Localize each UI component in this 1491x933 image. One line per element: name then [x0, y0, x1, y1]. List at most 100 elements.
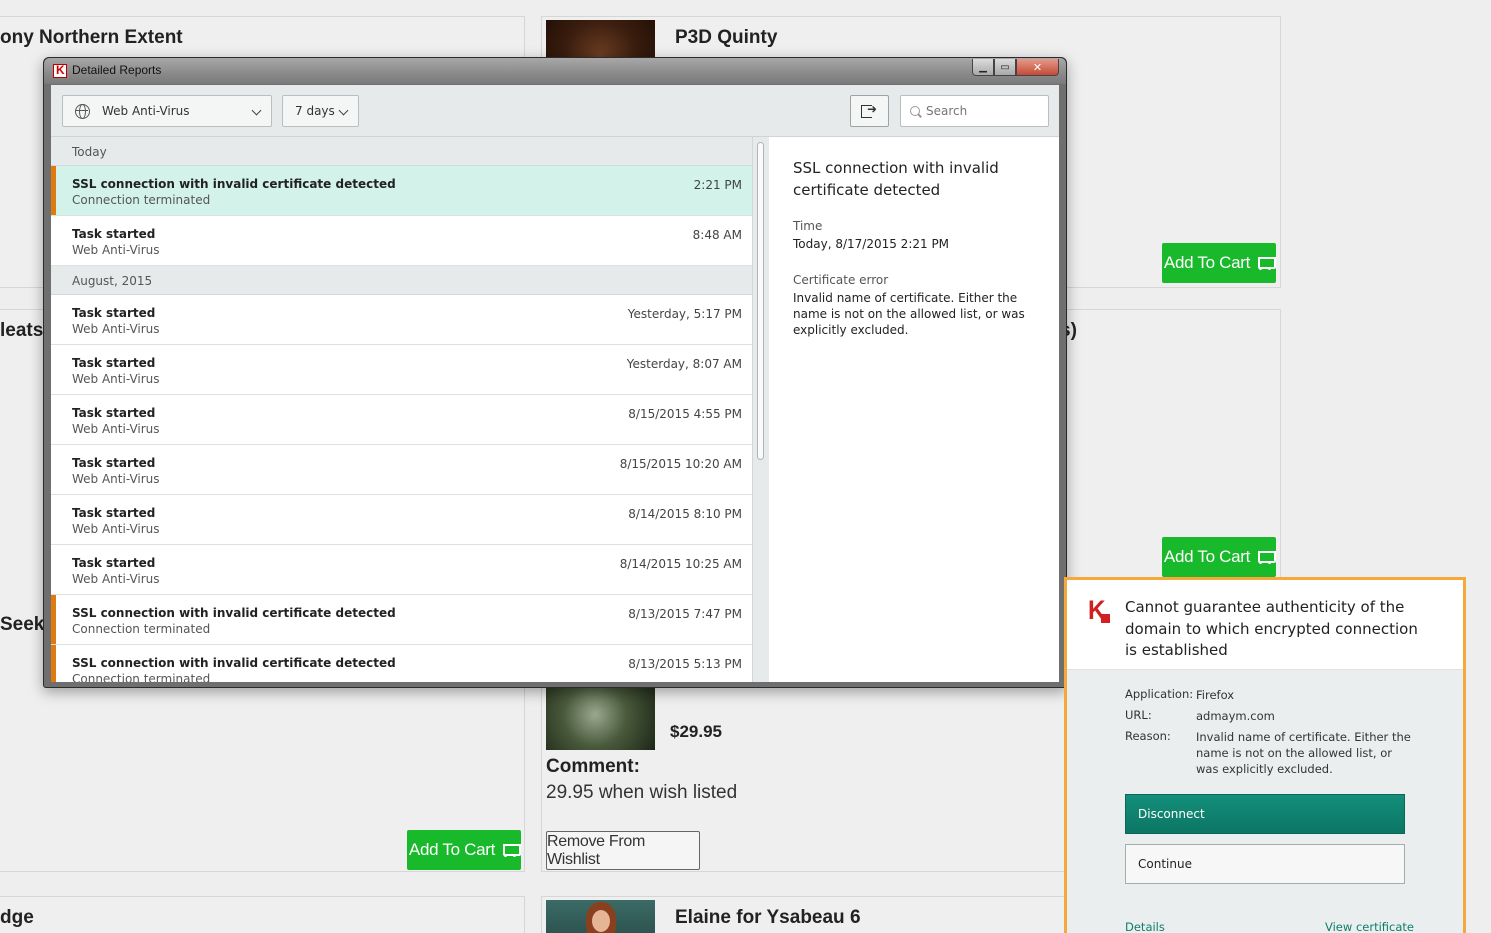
- event-subtitle: Web Anti-Virus: [72, 372, 160, 386]
- disconnect-button[interactable]: Disconnect: [1125, 794, 1405, 834]
- chevron-down-icon: [251, 105, 262, 116]
- component-dropdown-value: Web Anti-Virus: [102, 104, 190, 118]
- event-time: 8/15/2015 4:55 PM: [628, 407, 742, 421]
- reason-value: Invalid name of certificate. Either the …: [1196, 730, 1411, 776]
- certificate-warning-popup: K Cannot guarantee authenticity of the d…: [1064, 577, 1466, 933]
- wishlist-card: [0, 896, 525, 933]
- comment-label: Comment:: [546, 756, 640, 777]
- event-title: Task started: [72, 227, 156, 241]
- cart-icon: [1256, 256, 1277, 270]
- event-time: 8/14/2015 10:25 AM: [619, 557, 742, 571]
- detail-time-value: Today, 8/17/2015 2:21 PM: [793, 237, 950, 251]
- reason-label: Reason:: [1125, 729, 1171, 743]
- window-body: Web Anti-Virus 7 days Today SSL connecti…: [51, 85, 1059, 682]
- event-subtitle: Web Anti-Virus: [72, 572, 160, 586]
- remove-from-wishlist-button[interactable]: Remove From Wishlist: [546, 831, 700, 870]
- add-to-cart-button[interactable]: Add To Cart: [407, 830, 522, 870]
- details-link[interactable]: Details: [1125, 920, 1165, 933]
- product-thumbnail[interactable]: [546, 900, 655, 933]
- detailed-reports-window: Detailed Reports ▁ ▭ ✕ Web Anti-Virus 7 …: [43, 57, 1067, 688]
- event-time: 8/14/2015 8:10 PM: [628, 507, 742, 521]
- event-row[interactable]: Task started Web Anti-Virus Yesterday, 5…: [51, 295, 752, 345]
- continue-button[interactable]: Continue: [1125, 844, 1405, 884]
- event-row[interactable]: Task started Web Anti-Virus Yesterday, 8…: [51, 345, 752, 395]
- detail-time-label: Time: [793, 219, 823, 233]
- add-to-cart-button[interactable]: Add To Cart: [1162, 537, 1277, 577]
- event-time: Yesterday, 5:17 PM: [627, 307, 742, 321]
- add-to-cart-label: Add To Cart: [1163, 547, 1251, 566]
- maximize-button[interactable]: ▭: [994, 59, 1016, 76]
- event-time: Yesterday, 8:07 AM: [626, 357, 742, 371]
- search-input[interactable]: [926, 104, 1036, 118]
- chevron-down-icon: [338, 105, 349, 116]
- event-row[interactable]: Task started Web Anti-Virus 8:48 AM: [51, 216, 752, 266]
- event-time: 8/13/2015 7:47 PM: [628, 607, 742, 621]
- add-to-cart-label: Add To Cart: [408, 840, 496, 859]
- event-subtitle: Web Anti-Virus: [72, 522, 160, 536]
- view-certificate-link[interactable]: View certificate: [1325, 920, 1414, 933]
- kaspersky-logo-icon: [53, 63, 67, 78]
- event-subtitle: Connection terminated: [72, 672, 211, 682]
- product-title[interactable]: P3D Quinty: [675, 27, 777, 49]
- event-row[interactable]: SSL connection with invalid certificate …: [51, 645, 752, 682]
- event-time: 8/13/2015 5:13 PM: [628, 657, 742, 671]
- event-title: Task started: [72, 556, 156, 570]
- url-label: URL:: [1125, 708, 1152, 722]
- application-value: Firefox: [1196, 688, 1235, 702]
- popup-heading: Cannot guarantee authenticity of the dom…: [1125, 598, 1418, 659]
- product-title[interactable]: Elaine for Ysabeau 6: [675, 907, 861, 929]
- event-title: SSL connection with invalid certificate …: [72, 177, 396, 191]
- comment-text: 29.95 when wish listed: [546, 782, 738, 803]
- search-icon: [910, 106, 920, 116]
- event-title: Task started: [72, 406, 156, 420]
- group-header: Today: [51, 137, 752, 166]
- event-title: Task started: [72, 506, 156, 520]
- close-button[interactable]: ✕: [1016, 59, 1059, 76]
- globe-icon: [75, 103, 90, 119]
- group-header: August, 2015: [51, 266, 752, 295]
- event-row[interactable]: Task started Web Anti-Virus 8/14/2015 8:…: [51, 495, 752, 545]
- event-subtitle: Web Anti-Virus: [72, 422, 160, 436]
- event-subtitle: Web Anti-Virus: [72, 472, 160, 486]
- event-time: 8:48 AM: [692, 228, 742, 242]
- event-row[interactable]: SSL connection with invalid certificate …: [51, 595, 752, 645]
- product-price: $29.95: [670, 722, 722, 741]
- application-label: Application:: [1125, 687, 1194, 701]
- toolbar: Web Anti-Virus 7 days: [51, 85, 1059, 137]
- detail-error-value: Invalid name of certificate. Either the …: [793, 291, 1025, 337]
- scrollbar-thumb[interactable]: [757, 142, 764, 460]
- search-box[interactable]: [900, 95, 1049, 127]
- event-time: 8/15/2015 10:20 AM: [619, 457, 742, 471]
- window-titlebar[interactable]: Detailed Reports ▁ ▭ ✕: [44, 58, 1066, 84]
- export-icon: [861, 102, 878, 118]
- event-row[interactable]: Task started Web Anti-Virus 8/15/2015 10…: [51, 445, 752, 495]
- event-title: Task started: [72, 456, 156, 470]
- add-to-cart-button[interactable]: Add To Cart: [1162, 243, 1277, 283]
- product-title[interactable]: dge: [0, 907, 34, 929]
- window-title: Detailed Reports: [72, 63, 162, 77]
- popup-content: K Cannot guarantee authenticity of the d…: [1067, 580, 1463, 933]
- kaspersky-logo-icon: K: [1087, 595, 1111, 626]
- product-title[interactable]: ony Northern Extent: [0, 27, 183, 49]
- event-title: Task started: [72, 306, 156, 320]
- add-to-cart-label: Add To Cart: [1163, 253, 1251, 272]
- event-subtitle: Connection terminated: [72, 622, 211, 636]
- minimize-button[interactable]: ▁: [972, 59, 994, 76]
- event-subtitle: Connection terminated: [72, 193, 211, 207]
- component-dropdown[interactable]: Web Anti-Virus: [62, 95, 272, 127]
- period-dropdown[interactable]: 7 days: [282, 95, 359, 127]
- event-subtitle: Web Anti-Virus: [72, 243, 160, 257]
- event-row[interactable]: SSL connection with invalid certificate …: [51, 166, 752, 216]
- event-row[interactable]: Task started Web Anti-Virus 8/14/2015 10…: [51, 545, 752, 595]
- event-title: SSL connection with invalid certificate …: [72, 656, 396, 670]
- event-subtitle: Web Anti-Virus: [72, 322, 160, 336]
- event-row[interactable]: Task started Web Anti-Virus 8/15/2015 4:…: [51, 395, 752, 445]
- product-title[interactable]: leats: [0, 320, 43, 342]
- export-button[interactable]: [850, 95, 889, 127]
- event-title: Task started: [72, 356, 156, 370]
- event-list-scrollbar[interactable]: [752, 137, 769, 682]
- detail-title: SSL connection with invalid certificate …: [793, 159, 999, 199]
- event-title: SSL connection with invalid certificate …: [72, 606, 396, 620]
- product-thumbnail[interactable]: [546, 686, 655, 750]
- event-detail-pane: SSL connection with invalid certificate …: [769, 137, 1059, 682]
